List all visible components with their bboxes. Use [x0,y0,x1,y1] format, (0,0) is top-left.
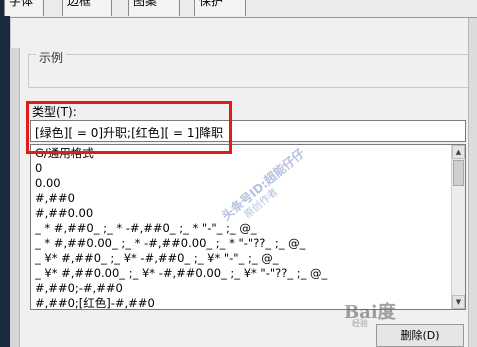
list-item[interactable]: 0.00 [35,176,449,191]
list-item[interactable]: _ * #,##0.00_ ;_ * -#,##0.00_ ;_ * "-"??… [35,236,449,251]
sample-label: 示例 [36,49,67,66]
tab-protection[interactable]: 保护 [194,0,246,16]
baidu-logo: Bai度 经验 [340,296,430,328]
list-scrollbar[interactable]: ▲ ▼ [451,145,465,309]
sample-group-box [28,54,470,88]
list-item[interactable]: #,##0;-#,##0 [35,281,449,296]
baidu-logo-sub: 经验 [352,319,368,328]
tab-font[interactable]: 字体 [4,0,44,16]
highlight-rectangle [26,101,232,154]
list-item[interactable]: _ ¥* #,##0_ ;_ ¥* -#,##0_ ;_ ¥* "-"_ ;_ … [35,251,449,266]
tab-strip: 字体 边框 图案 保护 [4,0,477,18]
tab-border[interactable]: 边框 [62,0,112,16]
delete-button[interactable]: 删除(D) [376,324,464,347]
list-item[interactable]: _ ¥* #,##0.00_ ;_ ¥* -#,##0.00_ ;_ ¥* "-… [35,266,449,281]
category-list-scrollbar[interactable] [10,48,20,347]
format-code-list[interactable]: G/通用格式 0 0.00 #,##0 #,##0.00 _ * #,##0_ … [30,144,466,310]
scroll-up-arrow-icon[interactable]: ▲ [452,145,465,159]
window-left-edge [0,0,10,347]
list-item[interactable]: 0 [35,161,449,176]
scroll-down-arrow-icon[interactable]: ▼ [452,295,465,309]
tab-pattern[interactable]: 图案 [128,0,180,16]
scroll-thumb[interactable] [453,160,464,186]
